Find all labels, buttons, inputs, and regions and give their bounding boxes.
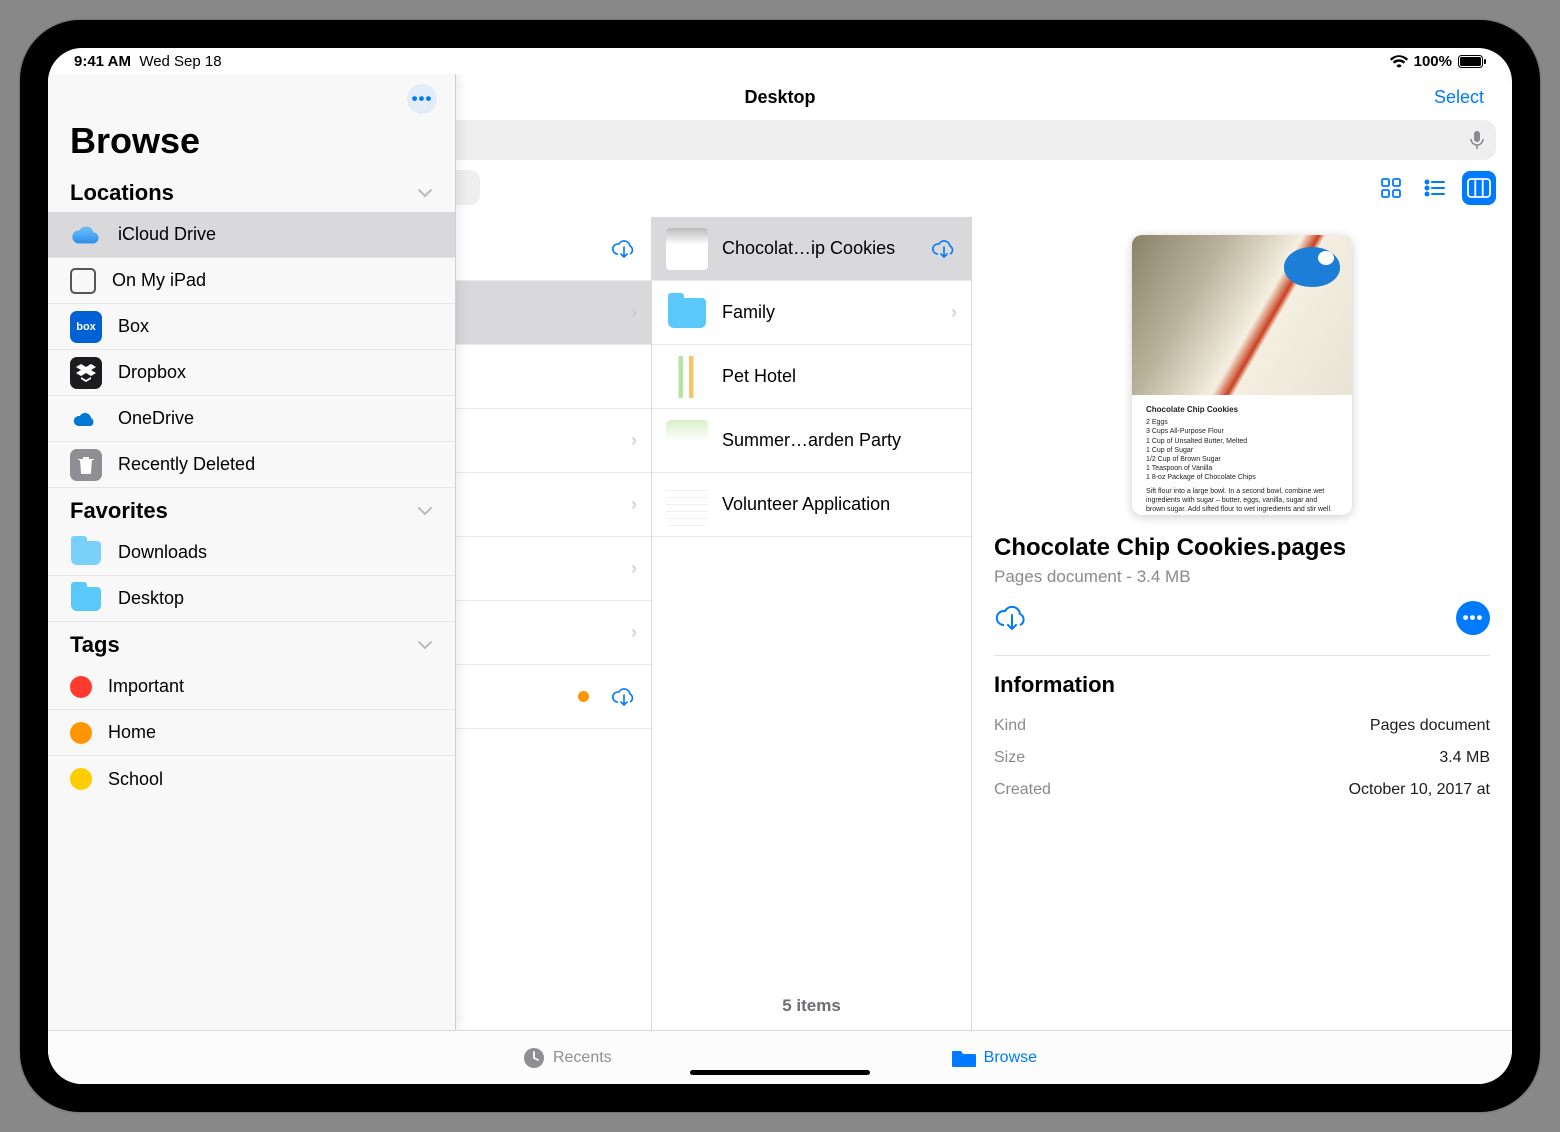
status-bar: 9:41 AM Wed Sep 18 100% [48,48,1512,74]
tag-dot [578,691,589,702]
file-row[interactable]: Pet Hotel [652,345,971,409]
column-2: Chocolat…ip Cookies Family› Pet Hotel Su… [652,217,972,1030]
ipad-icon [70,268,96,294]
item-count: 5 items [652,982,971,1030]
sidebar-item-dropbox[interactable]: Dropbox [48,350,455,396]
view-icons-button[interactable] [1374,171,1408,205]
info-row: CreatedOctober 10, 2017 at [994,774,1490,806]
chevron-right-icon: › [631,494,637,515]
dropbox-icon [70,357,102,389]
wifi-icon [1390,55,1408,68]
chevron-down-icon [417,188,433,198]
section-locations[interactable]: Locations [48,170,455,212]
sidebar-item-downloads[interactable]: Downloads [48,530,455,576]
tag-dot-icon [70,768,92,790]
info-row: Size3.4 MB [994,742,1490,774]
chevron-down-icon [417,506,433,516]
tab-browse[interactable]: Browse [952,1048,1037,1068]
view-list-button[interactable] [1418,171,1452,205]
browse-sidebar: ••• Browse Locations iCloud Drive On My … [48,74,456,1030]
chevron-right-icon: › [631,558,637,579]
sidebar-item-desktop[interactable]: Desktop [48,576,455,622]
select-button[interactable]: Select [1434,87,1484,108]
tag-dot-icon [70,722,92,744]
file-name: Chocolate Chip Cookies.pages [994,533,1490,563]
icloud-icon [70,219,102,251]
file-row[interactable]: Chocolat…ip Cookies [652,217,971,281]
box-icon: box [70,311,102,343]
sidebar-more-button[interactable]: ••• [407,84,437,114]
tab-recents[interactable]: Recents [523,1047,612,1069]
sidebar-item-onmyipad[interactable]: On My iPad [48,258,455,304]
folder-icon [70,537,102,569]
chevron-right-icon: › [631,622,637,643]
view-columns-button[interactable] [1462,171,1496,205]
more-actions-button[interactable]: ••• [1456,601,1490,635]
battery-percent: 100% [1414,53,1452,70]
sidebar-title: Browse [48,120,455,170]
chevron-down-icon [417,640,433,650]
download-icon[interactable] [611,686,637,708]
sidebar-tag-school[interactable]: School [48,756,455,802]
file-subtitle: Pages document - 3.4 MB [994,567,1490,587]
info-heading: Information [994,672,1490,698]
sidebar-tag-home[interactable]: Home [48,710,455,756]
file-row[interactable]: Volunteer Application [652,473,971,537]
chevron-right-icon: › [631,302,637,323]
folder-icon [952,1048,976,1068]
info-row: KindPages document [994,710,1490,742]
file-row[interactable]: Summer…arden Party [652,409,971,473]
chevron-right-icon: › [631,430,637,451]
trash-icon [70,449,102,481]
section-tags[interactable]: Tags [48,622,455,664]
status-time: 9:41 AM [74,53,131,70]
dictate-icon[interactable] [1470,130,1484,150]
sidebar-item-icloud[interactable]: iCloud Drive [48,212,455,258]
tab-bar: Recents Browse [48,1030,1512,1084]
battery-icon [1458,55,1486,68]
file-preview[interactable]: Chocolate Chip Cookies 2 Eggs 3 Cups All… [1132,235,1352,515]
tag-dot-icon [70,676,92,698]
sidebar-item-trash[interactable]: Recently Deleted [48,442,455,488]
onedrive-icon [70,403,102,435]
chevron-right-icon: › [951,302,957,323]
download-button[interactable] [994,603,1030,633]
download-icon[interactable] [611,238,637,260]
sidebar-tag-important[interactable]: Important [48,664,455,710]
download-icon[interactable] [931,238,957,260]
detail-pane: Chocolate Chip Cookies 2 Eggs 3 Cups All… [972,217,1512,1030]
status-date: Wed Sep 18 [139,53,221,70]
clock-icon [523,1047,545,1069]
home-indicator[interactable] [690,1070,870,1075]
folder-icon [70,583,102,615]
file-row[interactable]: Family› [652,281,971,345]
sidebar-item-box[interactable]: boxBox [48,304,455,350]
section-favorites[interactable]: Favorites [48,488,455,530]
page-title: Desktop [744,87,815,108]
sidebar-item-onedrive[interactable]: OneDrive [48,396,455,442]
